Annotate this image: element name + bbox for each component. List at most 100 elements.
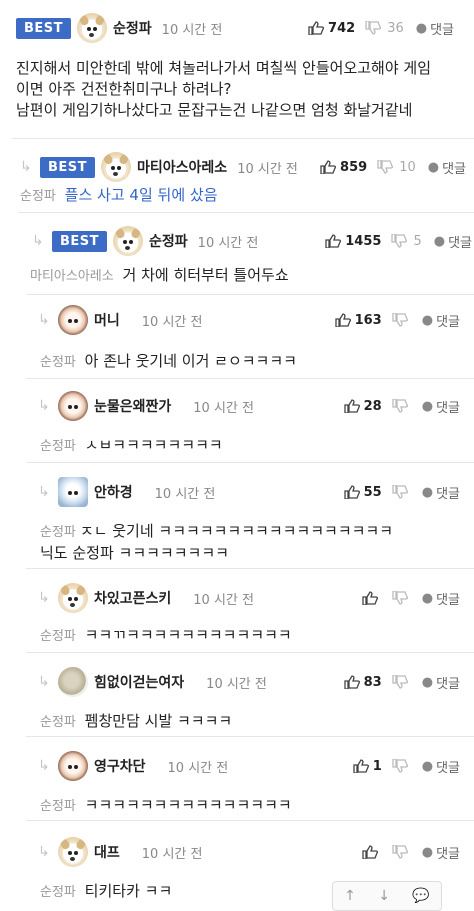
comment: ↳ 차있고픈스키 10 시간 전 ● 댓글 순정파 ㅋㅋㄲㅋㅋㅋㅋㅋㅋㅋㅋㅋㅋㅋ… — [26, 568, 474, 653]
author-name[interactable]: 순정파 — [149, 231, 188, 251]
author-name[interactable]: 마티아스아레소 — [137, 157, 227, 177]
like-icon[interactable] — [343, 399, 360, 413]
avatar[interactable] — [101, 152, 132, 182]
speech-bubble-icon[interactable]: ● — [416, 21, 427, 36]
reply-button[interactable]: 댓글 — [436, 843, 460, 862]
speech-bubble-icon[interactable]: ● — [422, 759, 433, 774]
comment-line: 이면 아주 건전한취미구나 하려나? — [16, 80, 232, 98]
dislike-icon[interactable] — [391, 234, 408, 248]
speech-bubble-icon[interactable]: ● — [422, 313, 433, 328]
author-name[interactable]: 차있고픈스키 — [94, 588, 171, 608]
dislike-icon[interactable] — [377, 160, 394, 174]
reply-arrow-icon: ↳ — [38, 484, 50, 500]
reply-button[interactable]: 댓글 — [448, 232, 472, 251]
comment-text: ㅋㅋㄲㅋㅋㅋㅋㅋㅋㅋㅋㅋㅋㅋㅋ — [84, 626, 292, 644]
avatar[interactable] — [58, 751, 88, 781]
comment: ↳ 머니 10 시간 전 163 ● 댓글 순정파 아 존나 웃기네 이거 ㄹㅇ… — [26, 294, 474, 379]
timestamp: 10 시간 전 — [161, 22, 223, 38]
like-icon[interactable] — [343, 485, 360, 499]
avatar[interactable] — [58, 391, 88, 421]
comment-icon[interactable]: 💬 — [412, 888, 429, 904]
author-name[interactable]: 안하경 — [94, 482, 133, 502]
avatar[interactable] — [77, 13, 108, 43]
timestamp: 10 시간 전 — [193, 400, 254, 416]
scroll-down-button[interactable]: ↓ — [378, 888, 390, 904]
avatar[interactable] — [58, 583, 88, 613]
reply-arrow-icon: ↳ — [38, 844, 50, 860]
mention[interactable]: 순정파 — [40, 799, 76, 814]
speech-bubble-icon[interactable]: ● — [428, 160, 439, 175]
timestamp: 10 시간 전 — [237, 161, 298, 177]
avatar[interactable] — [58, 477, 88, 507]
reply-button[interactable]: 댓글 — [436, 483, 460, 502]
author-name[interactable]: 머니 — [94, 310, 120, 330]
author-name[interactable]: 영구차단 — [94, 756, 146, 776]
dislike-icon[interactable] — [392, 313, 408, 327]
like-icon[interactable] — [362, 591, 378, 605]
mention[interactable]: 순정파 — [40, 715, 76, 730]
timestamp: 10 시간 전 — [167, 760, 229, 776]
reply-button[interactable]: 댓글 — [436, 397, 460, 416]
reply-button[interactable]: 댓글 — [442, 158, 466, 177]
reply-button[interactable]: 댓글 — [436, 589, 460, 608]
author-name[interactable]: 힘없이걷는여자 — [94, 672, 184, 692]
best-badge: BEST — [52, 230, 108, 252]
author-name[interactable]: 눈물은왜짠가 — [94, 396, 171, 416]
like-icon[interactable] — [353, 759, 369, 773]
author-name[interactable]: 대프 — [94, 842, 120, 862]
mention[interactable]: 순정파 — [40, 355, 76, 370]
comment: ↳ 안하경 10 시간 전 55 ● 댓글 순정파 ㅈㄴ 웃기네 ㅋㅋㅋㅋㅋㅋㅋㅋ… — [26, 462, 474, 569]
like-icon[interactable] — [343, 675, 360, 689]
dislike-icon[interactable] — [392, 845, 408, 859]
speech-bubble-icon[interactable]: ● — [422, 845, 433, 860]
mention[interactable]: 순정파 — [40, 439, 76, 454]
speech-bubble-icon[interactable]: ● — [422, 591, 433, 606]
like-count: 55 — [363, 484, 382, 500]
comment-text: ㅅㅂㅋㅋㅋㅋㅋㅋㅋㅋ — [84, 436, 223, 454]
like-count: 1 — [372, 758, 382, 774]
avatar[interactable] — [113, 226, 144, 256]
dislike-icon[interactable] — [365, 21, 382, 35]
dislike-icon[interactable] — [392, 591, 408, 605]
reply-button[interactable]: 댓글 — [436, 757, 460, 776]
comment-text: 닉도 순정파 ㅋㅋㅋㅋㅋㅋㅋㅋ — [40, 544, 229, 562]
avatar[interactable] — [58, 667, 88, 697]
comment-text: ㅈㄴ 웃기네 ㅋㅋㅋㅋㅋㅋㅋㅋㅋㅋㅋㅋㅋㅋㅋㅋㅋ — [79, 522, 394, 540]
comment: ↳ 영구차단 10 시간 전 1 ● 댓글 순정파 ㅋㅋㅋㅋㅋㅋㅋㅋㅋㅋㅋㅋㅋㅋ… — [26, 736, 474, 821]
dislike-count: 5 — [413, 233, 422, 249]
dislike-icon[interactable] — [392, 759, 408, 773]
avatar[interactable] — [58, 305, 88, 335]
speech-bubble-icon[interactable]: ● — [422, 399, 433, 414]
like-icon[interactable] — [334, 313, 351, 327]
scroll-up-button[interactable]: ↑ — [344, 888, 356, 904]
dislike-icon[interactable] — [392, 399, 408, 413]
comment: ↳ BEST 마티아스아레소 10 시간 전 859 10 ● 댓글 순정파 플… — [12, 138, 474, 211]
mention[interactable]: 순정파 — [20, 189, 56, 204]
best-badge: BEST — [16, 17, 72, 39]
speech-bubble-icon[interactable]: ● — [422, 675, 433, 690]
avatar[interactable] — [58, 837, 88, 867]
like-icon[interactable] — [362, 845, 378, 859]
speech-bubble-icon[interactable]: ● — [422, 485, 433, 500]
mention[interactable]: 순정파 — [40, 525, 76, 540]
like-icon[interactable] — [325, 234, 342, 248]
speech-bubble-icon[interactable]: ● — [434, 234, 445, 249]
dislike-icon[interactable] — [392, 485, 408, 499]
reply-arrow-icon: ↳ — [38, 758, 50, 774]
mention[interactable]: 순정파 — [40, 885, 76, 900]
like-icon[interactable] — [320, 160, 337, 174]
reply-button[interactable]: 댓글 — [436, 673, 460, 692]
author-name[interactable]: 순정파 — [113, 18, 152, 38]
like-icon[interactable] — [308, 21, 325, 35]
reply-arrow-icon: ↳ — [38, 398, 50, 414]
comment: ↳ 힘없이걷는여자 10 시간 전 83 ● 댓글 순정파 펨창만담 시발 ㅋㅋ… — [26, 652, 474, 737]
reply-button[interactable]: 댓글 — [430, 19, 454, 38]
mention[interactable]: 순정파 — [40, 629, 76, 644]
dislike-icon[interactable] — [392, 675, 408, 689]
timestamp: 10 시간 전 — [206, 676, 267, 692]
like-count: 859 — [340, 159, 368, 175]
comment-text: ㅋㅋㅋㅋㅋㅋㅋㅋㅋㅋㅋㅋㅋㅋㅋ — [84, 796, 292, 814]
mention[interactable]: 마티아스아레소 — [30, 269, 114, 284]
timestamp: 10 시간 전 — [141, 846, 203, 862]
reply-button[interactable]: 댓글 — [436, 311, 460, 330]
